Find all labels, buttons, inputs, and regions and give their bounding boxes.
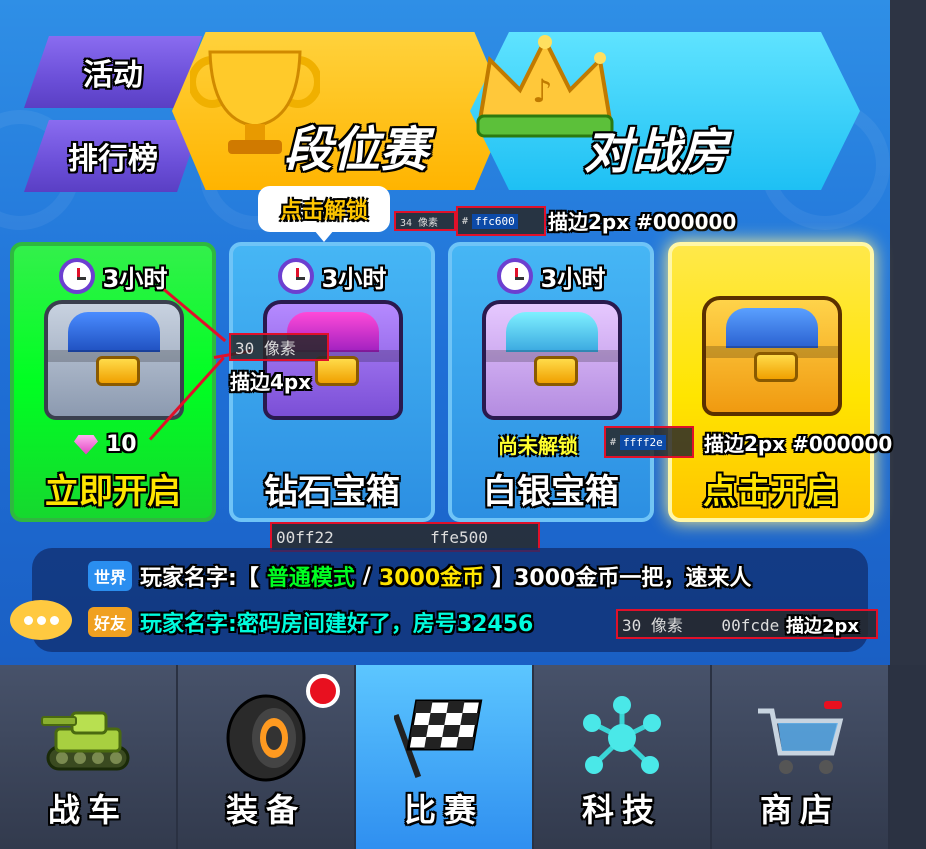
- clock-icon: [277, 258, 314, 294]
- leaderboard-button[interactable]: 排行榜: [24, 120, 202, 192]
- checkered-flag-icon: [394, 699, 483, 779]
- unlock-tooltip-label: 点击解锁: [279, 199, 368, 224]
- bottom-navigation: 战车 装备 比赛 科技 商店: [0, 665, 890, 849]
- silver-chest-icon: [482, 300, 622, 420]
- locked-color-value[interactable]: ffff2e: [620, 434, 666, 450]
- chat-message-friend: 好友 玩家名字:密码房间建好了，房号32456: [88, 606, 533, 638]
- unlock-tooltip[interactable]: 点击解锁: [258, 186, 390, 242]
- nav-tab-label: 比赛: [403, 791, 484, 829]
- chest-lid: [68, 312, 160, 352]
- locked-stroke-annotation: 描边2px #000000: [704, 432, 893, 456]
- nav-tab-label: 装备: [225, 791, 306, 829]
- gold-chest-icon: [702, 296, 842, 416]
- chat-bubble-dot: [50, 616, 59, 625]
- chest-timer: 3小时: [233, 258, 431, 294]
- nav-tab-label: 科技: [581, 791, 662, 829]
- locked-hash: #: [610, 436, 617, 448]
- chest-card-title: 钻石宝箱: [264, 472, 400, 512]
- chest-lid: [726, 308, 818, 348]
- chest-card-title: 点击开启: [703, 472, 839, 512]
- chest-card-title: 立即开启: [45, 472, 181, 512]
- chest-timer-text: 3小时: [102, 264, 168, 293]
- tire-icon: [226, 694, 306, 782]
- shopping-cart-icon: [758, 701, 844, 774]
- chest-stroke-annotation: 描边4px: [230, 370, 312, 394]
- chest-lock: [534, 356, 578, 386]
- leaderboard-button-label: 排行榜: [68, 142, 158, 177]
- tip-size-annotation: 34 像素: [394, 211, 456, 231]
- chest-timer: 3小时: [452, 258, 650, 294]
- tip-size-text: 34 像素: [400, 217, 439, 229]
- battle-room-label: 对战房: [584, 124, 729, 180]
- steel-chest-icon: [44, 300, 184, 420]
- card-color-text: 00ff22 ffe500: [276, 527, 488, 547]
- activity-button-label: 活动: [83, 58, 143, 93]
- notification-dot: [306, 674, 340, 708]
- friend-channel-badge: 好友: [88, 607, 133, 637]
- nav-tab-match[interactable]: 比赛: [356, 665, 534, 849]
- gem-cost: 10: [74, 432, 137, 457]
- chest-card-click-open[interactable]: 点击开启: [668, 242, 874, 522]
- chat-bubble-icon[interactable]: [10, 600, 72, 640]
- world-message-suffix: 】3000金币一把，速来人: [492, 566, 752, 591]
- nav-tab-label: 商店: [759, 791, 840, 829]
- chest-size-annotation: 30 像素: [229, 333, 329, 361]
- side-strip: [890, 0, 926, 665]
- world-message-gold: 3000金币: [378, 566, 485, 591]
- locked-status-label: 尚未解锁: [498, 434, 578, 458]
- chat-bubble-dot: [37, 616, 46, 625]
- chat-message-world: 世界 玩家名字:【 普通模式 / 3000金币 】3000金币一把，速来人: [88, 560, 751, 592]
- friend-message-text: 玩家名字:密码房间建好了，房号32456: [140, 612, 534, 637]
- tip-stroke-annotation: 描边2px #000000: [548, 210, 737, 234]
- nav-tab-shop[interactable]: 商店: [712, 665, 890, 849]
- chest-timer-text: 3小时: [321, 264, 387, 293]
- chest-size-text: 30 像素: [235, 339, 296, 358]
- activity-button[interactable]: 活动: [24, 36, 202, 108]
- gem-count: 10: [106, 432, 137, 457]
- chat-size-text: 30 像素 00fcde: [622, 616, 780, 635]
- chat-bubble-dot: [24, 616, 33, 625]
- tip-hash: #: [462, 215, 469, 227]
- world-message-separator: /: [362, 563, 371, 589]
- chest-card-title: 白银宝箱: [483, 472, 619, 512]
- world-channel-badge: 世界: [88, 561, 133, 591]
- chest-timer-text: 3小时: [540, 264, 606, 293]
- nav-tab-vehicles[interactable]: 战车: [0, 665, 178, 849]
- tip-color-value[interactable]: ffc600: [472, 213, 518, 229]
- tank-icon: [41, 711, 130, 771]
- nav-tab-technology[interactable]: 科技: [534, 665, 712, 849]
- tip-color-annotation: # ffc600: [456, 206, 546, 236]
- chest-lock: [754, 352, 798, 382]
- tech-nodes-icon: [583, 696, 661, 774]
- svg-text:♪: ♪: [532, 72, 552, 110]
- world-message-mode: 普通模式: [266, 566, 355, 591]
- chest-timer: 3小时: [14, 258, 212, 294]
- chat-stroke-annotation: 描边2px: [786, 616, 860, 637]
- diamond-icon: [74, 434, 98, 455]
- world-message-prefix: 玩家名字:【: [140, 566, 259, 591]
- chest-card-silver[interactable]: 3小时 白银宝箱: [448, 242, 654, 522]
- clock-icon: [496, 258, 533, 294]
- locked-color-annotation: # ffff2e: [604, 426, 694, 458]
- chest-lock: [96, 356, 140, 386]
- clock-icon: [58, 258, 95, 294]
- chest-lid: [506, 312, 598, 352]
- ranked-match-label: 段位赛: [284, 122, 429, 178]
- nav-tab-label: 战车: [47, 791, 128, 829]
- chest-card-open-now[interactable]: 3小时 10 立即开启: [10, 242, 216, 522]
